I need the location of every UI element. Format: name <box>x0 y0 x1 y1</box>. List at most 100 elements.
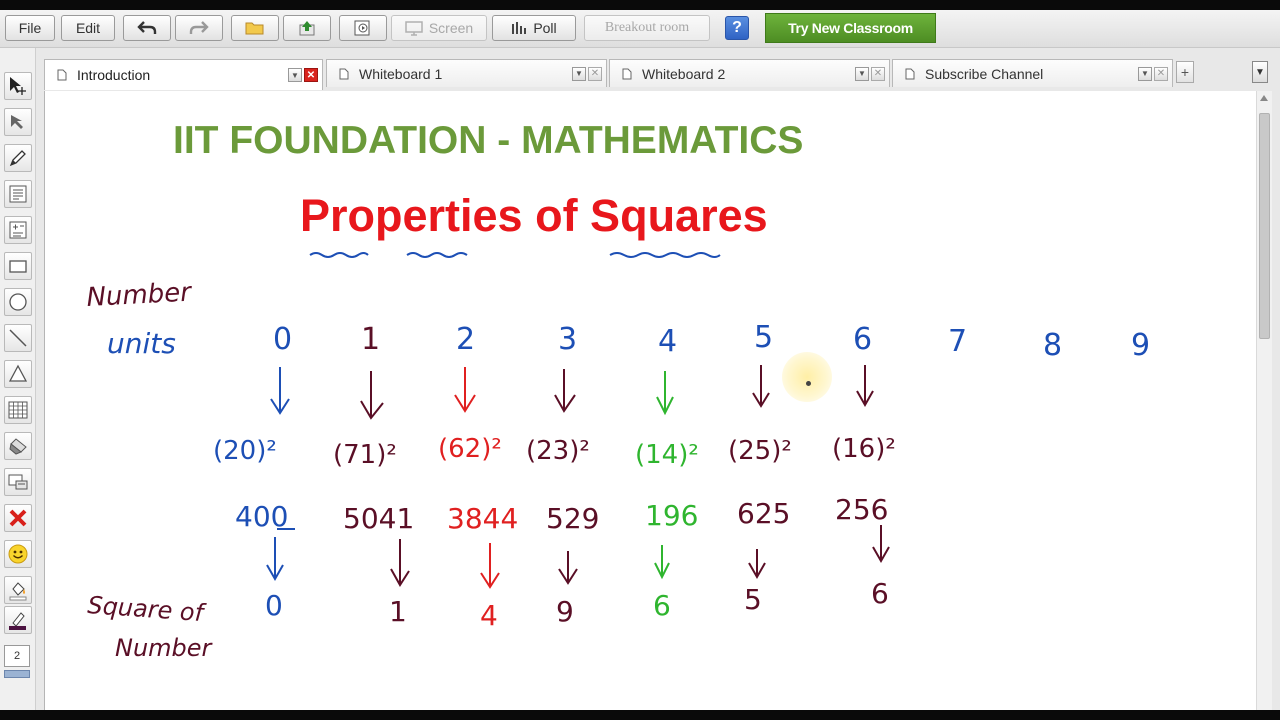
emoticon-tool[interactable] <box>4 540 32 568</box>
result-unit-6a: 6 <box>653 589 671 622</box>
fill-color-tool[interactable] <box>4 576 32 604</box>
eraser-tool[interactable] <box>4 432 32 460</box>
triangle-tool[interactable] <box>4 360 32 388</box>
scroll-thumb[interactable] <box>1259 113 1270 339</box>
tab-close-icon[interactable]: ✕ <box>871 66 885 81</box>
undo-icon <box>137 21 157 34</box>
breakout-room-button[interactable]: Breakout room <box>584 15 710 41</box>
clear-screen-icon <box>8 474 28 490</box>
tab-whiteboard-1[interactable]: Whiteboard 1 ▼ ✕ <box>326 59 607 87</box>
subtitle-underlines <box>309 252 721 258</box>
select-move-tool[interactable] <box>4 72 32 100</box>
poll-label: Poll <box>533 20 557 36</box>
stroke-size-input[interactable]: 2 <box>4 645 30 667</box>
vertical-scrollbar[interactable] <box>1256 91 1272 710</box>
screen-share-button[interactable]: Screen <box>391 15 487 41</box>
open-file-button[interactable] <box>231 15 279 41</box>
classroom-app: File Edit Screen Poll Breakout room ? Tr… <box>0 0 1280 720</box>
file-menu-label: File <box>18 20 42 36</box>
tab-subscribe-channel[interactable]: Subscribe Channel ▼ ✕ <box>892 59 1173 87</box>
scroll-up-icon[interactable] <box>1260 95 1268 101</box>
pointer-dot <box>806 381 811 386</box>
redo-icon <box>189 21 209 34</box>
edit-menu-button[interactable]: Edit <box>61 15 115 41</box>
unit-5: 5 <box>754 320 773 355</box>
add-tab-button[interactable]: + <box>1176 61 1194 83</box>
square-529: 529 <box>546 502 599 535</box>
example-23-squared: (23)² <box>526 436 590 466</box>
plus-icon: + <box>1180 64 1190 80</box>
table-icon <box>8 401 28 419</box>
result-unit-9: 9 <box>556 595 574 628</box>
unit-1: 1 <box>361 322 380 357</box>
help-button[interactable]: ? <box>725 16 749 40</box>
table-tool[interactable] <box>4 396 32 424</box>
result-unit-5: 5 <box>744 583 762 616</box>
unit-3: 3 <box>558 322 577 357</box>
label-square-of: Square of <box>87 591 208 627</box>
screen-share-label: Screen <box>428 20 474 36</box>
document-icon <box>339 68 349 79</box>
whiteboard-canvas[interactable]: IIT FOUNDATION - MATHEMATICS Properties … <box>44 91 1256 710</box>
tab-introduction-label: Introduction <box>77 67 151 83</box>
undo-button[interactable] <box>123 15 171 41</box>
tab-introduction[interactable]: Introduction ▼ ✕ <box>44 59 323 90</box>
tab-subscribe-channel-label: Subscribe Channel <box>925 65 1044 82</box>
tab-dropdown-icon[interactable]: ▼ <box>855 66 869 81</box>
tab-whiteboard-2-label: Whiteboard 2 <box>642 65 726 82</box>
example-20-squared: (20)² <box>213 436 277 466</box>
tab-dropdown-icon[interactable]: ▼ <box>572 66 586 81</box>
monitor-icon <box>405 21 423 36</box>
document-tab-bar: Introduction ▼ ✕ Whiteboard 1 ▼ ✕ Whiteb… <box>36 48 1280 92</box>
unit-6: 6 <box>853 322 872 357</box>
label-units: units <box>107 327 176 360</box>
tab-dropdown-icon[interactable]: ▼ <box>288 68 302 82</box>
unit-2: 2 <box>456 322 475 357</box>
stroke-color-icon <box>9 612 26 630</box>
laser-pointer <box>782 352 832 402</box>
try-new-classroom-label: Try New Classroom <box>788 20 913 36</box>
clear-screen-tool[interactable] <box>4 468 32 496</box>
square-625: 625 <box>737 497 790 530</box>
square-256: 256 <box>835 493 888 526</box>
example-71-squared: (71)² <box>333 440 397 470</box>
label-number: Number <box>86 277 194 313</box>
media-button[interactable] <box>339 15 387 41</box>
tab-whiteboard-1-label: Whiteboard 1 <box>359 65 443 82</box>
tab-close-icon[interactable]: ✕ <box>1154 66 1168 81</box>
upload-icon <box>299 21 315 36</box>
tab-dropdown-icon[interactable]: ▼ <box>1138 66 1152 81</box>
line-tool[interactable] <box>4 324 32 352</box>
result-unit-0: 0 <box>265 589 283 622</box>
pointer-tool[interactable] <box>4 108 32 136</box>
unit-4: 4 <box>658 324 677 359</box>
rectangle-icon <box>9 260 27 273</box>
document-icon <box>622 68 632 79</box>
text-box-tool[interactable] <box>4 180 32 208</box>
stroke-color-tool[interactable] <box>4 606 32 634</box>
eraser-icon <box>9 438 27 455</box>
file-menu-button[interactable]: File <box>5 15 55 41</box>
pen-tool[interactable] <box>4 144 32 172</box>
upload-button[interactable] <box>283 15 331 41</box>
circle-icon <box>9 293 27 311</box>
tools-scrollbar[interactable] <box>4 670 30 678</box>
tab-close-icon[interactable]: ✕ <box>304 68 318 82</box>
rectangle-tool[interactable] <box>4 252 32 280</box>
delete-icon <box>9 509 27 527</box>
poll-button[interactable]: Poll <box>492 15 576 41</box>
square-3844: 3844 <box>447 502 518 535</box>
circle-tool[interactable] <box>4 288 32 316</box>
media-player-icon <box>354 20 370 36</box>
tab-list-menu-button[interactable]: ▼ <box>1252 61 1268 83</box>
folder-icon <box>245 22 264 35</box>
fill-color-icon <box>9 582 27 601</box>
tab-whiteboard-2[interactable]: Whiteboard 2 ▼ ✕ <box>609 59 890 87</box>
pen-icon <box>9 150 26 167</box>
try-new-classroom-button[interactable]: Try New Classroom <box>765 13 936 43</box>
equation-icon <box>9 221 27 239</box>
tab-close-icon[interactable]: ✕ <box>588 66 602 81</box>
redo-button[interactable] <box>175 15 223 41</box>
delete-tool[interactable] <box>4 504 32 532</box>
equation-tool[interactable] <box>4 216 32 244</box>
